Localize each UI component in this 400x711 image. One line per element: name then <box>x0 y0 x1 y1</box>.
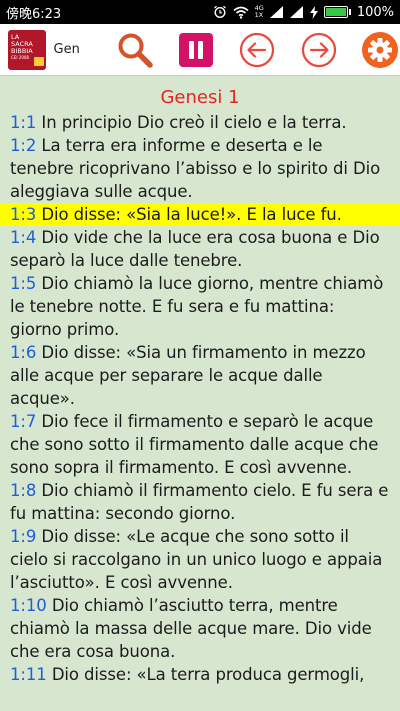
verse-1-3[interactable]: 1:3 Dio disse: «Sia la luce!». E la luce… <box>0 203 400 226</box>
verse-1-10[interactable]: 1:10 Dio chiamò l’asciutto terra, mentre… <box>10 594 390 663</box>
verse-ref[interactable]: 1:5 <box>10 274 36 293</box>
verse-text: Dio disse: «Le acque che sono sotto il c… <box>10 527 383 592</box>
verse-text: Dio disse: «La terra produca germogli, <box>51 665 365 684</box>
verse-text: In principio Dio creò il cielo e la terr… <box>41 113 347 132</box>
verse-text: Dio disse: «Sia la luce!». E la luce fu. <box>41 205 342 224</box>
verse-ref[interactable]: 1:9 <box>10 527 36 546</box>
app-logo[interactable]: LA SACRA BIBBIA CEI 2008 <box>8 29 46 70</box>
reader-content[interactable]: Genesi 1 1:1 In principio Dio creò il ci… <box>0 77 400 711</box>
verse-text: Dio vide che la luce era cosa buona e Di… <box>10 228 380 270</box>
book-name[interactable]: Gen <box>54 42 93 57</box>
verse-list: 1:1 In principio Dio creò il cielo e la … <box>0 111 400 686</box>
status-time: 傍晚6:23 <box>6 6 62 22</box>
alarm-icon <box>213 5 226 19</box>
verse-1-9[interactable]: 1:9 Dio disse: «Le acque che sono sotto … <box>10 525 390 594</box>
previous-chapter-button[interactable] <box>238 30 277 70</box>
verse-1-5[interactable]: 1:5 Dio chiamò la luce giorno, mentre ch… <box>10 272 390 341</box>
arrow-left-icon <box>240 32 275 67</box>
verse-1-4[interactable]: 1:4 Dio vide che la luce era cosa buona … <box>10 226 390 272</box>
settings-button[interactable] <box>361 30 400 70</box>
wifi-icon <box>233 6 249 19</box>
book-badge-icon <box>33 56 44 66</box>
network-type: 4G 1X <box>254 4 264 19</box>
verse-ref[interactable]: 1:1 <box>10 113 36 132</box>
verse-ref[interactable]: 1:10 <box>10 596 47 615</box>
verse-ref[interactable]: 1:7 <box>10 412 36 431</box>
verse-ref[interactable]: 1:6 <box>10 343 36 362</box>
chapter-title: Genesi 1 <box>160 87 240 108</box>
pause-button[interactable] <box>176 30 215 70</box>
charging-icon <box>309 5 318 19</box>
next-chapter-button[interactable] <box>299 30 338 70</box>
verse-1-6[interactable]: 1:6 Dio disse: «Sia un firmamento in mez… <box>10 341 390 410</box>
search-button[interactable] <box>115 30 154 70</box>
verse-ref[interactable]: 1:3 <box>10 205 36 224</box>
arrow-right-icon <box>301 32 336 67</box>
verse-1-8[interactable]: 1:8 Dio chiamò il firmamento cielo. E fu… <box>10 479 390 525</box>
verse-1-11[interactable]: 1:11 Dio disse: «La terra produca germog… <box>10 663 390 686</box>
signal-icon <box>289 6 303 18</box>
verse-1-2[interactable]: 1:2 La terra era informe e deserta e le … <box>10 134 390 203</box>
verse-text: Dio disse: «Sia un firmamento in mezzo a… <box>10 343 366 408</box>
verse-ref[interactable]: 1:11 <box>10 665 47 684</box>
signal-icon <box>269 6 283 18</box>
battery-percent: 100% <box>356 4 394 20</box>
battery-icon <box>323 6 351 18</box>
verse-1-7[interactable]: 1:7 Dio fece il firmamento e separò le a… <box>10 410 390 479</box>
verse-text: La terra era informe e deserta e le tene… <box>10 136 381 201</box>
verse-text: Dio chiamò l’asciutto terra, mentre chia… <box>10 596 372 661</box>
verse-ref[interactable]: 1:2 <box>10 136 36 155</box>
toolbar: LA SACRA BIBBIA CEI 2008 Gen <box>0 24 400 76</box>
verse-ref[interactable]: 1:4 <box>10 228 36 247</box>
verse-text: Dio fece il firmamento e separò le acque… <box>10 412 379 477</box>
search-icon <box>118 33 153 68</box>
pause-icon <box>179 32 214 67</box>
verse-1-1[interactable]: 1:1 In principio Dio creò il cielo e la … <box>10 111 390 134</box>
verse-ref[interactable]: 1:8 <box>10 481 36 500</box>
status-icons: 4G 1X 100% <box>213 5 394 20</box>
gear-icon <box>362 31 399 68</box>
verse-text: Dio chiamò la luce giorno, mentre chiamò… <box>10 274 384 339</box>
verse-text: Dio chiamò il firmamento cielo. E fu ser… <box>10 481 389 523</box>
status-bar: 傍晚6:23 4G 1X 100% <box>0 0 400 24</box>
